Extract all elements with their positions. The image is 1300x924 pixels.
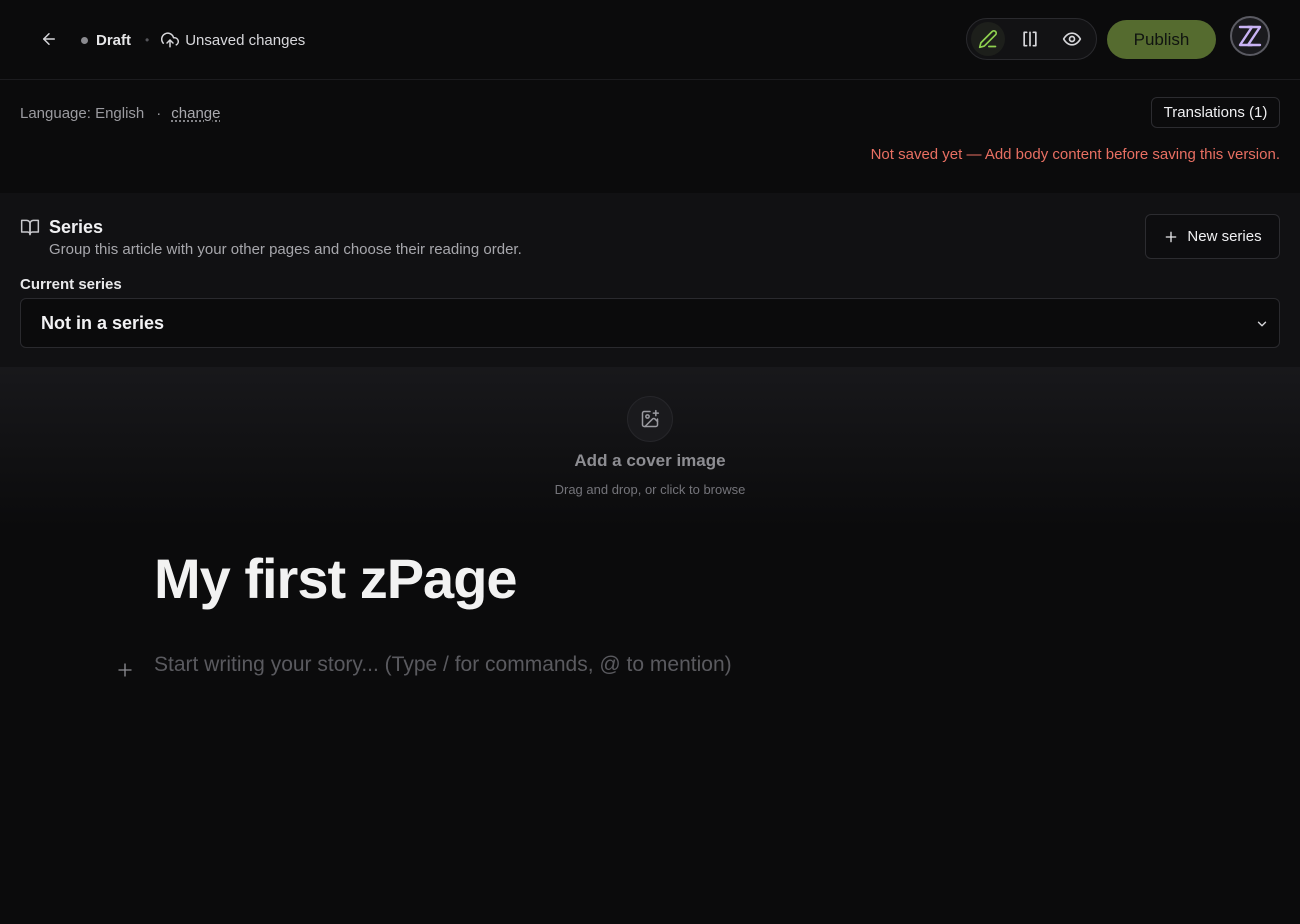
cloud-upload-icon <box>161 31 180 49</box>
current-series-label: Current series <box>20 276 122 293</box>
article-title[interactable]: My first zPage <box>154 546 518 611</box>
back-button[interactable] <box>36 26 62 52</box>
separator: • <box>145 33 150 47</box>
save-warning: Not saved yet — Add body content before … <box>870 146 1280 163</box>
draft-status: Draft <box>96 31 132 49</box>
avatar[interactable] <box>1230 16 1270 56</box>
split-mode-button[interactable] <box>1013 22 1047 56</box>
edit-mode-button[interactable] <box>971 22 1005 56</box>
cover-subtitle: Drag and drop, or click to browse <box>554 482 746 497</box>
top-bar: Draft • Unsaved changes Publish <box>0 0 1300 80</box>
new-series-button[interactable]: New series <box>1145 214 1280 259</box>
zpage-logo-icon <box>1238 25 1262 47</box>
add-block-button[interactable] <box>114 659 136 681</box>
status-group: Draft • Unsaved changes <box>81 30 305 50</box>
preview-mode-button[interactable] <box>1055 22 1089 56</box>
view-mode-toggle <box>966 18 1097 60</box>
language-row: Language: English · change <box>20 104 221 122</box>
cover-image-dropzone[interactable]: Add a cover image Drag and drop, or clic… <box>0 367 1300 527</box>
translations-button[interactable]: Translations (1) <box>1151 97 1280 128</box>
publish-button[interactable]: Publish <box>1107 20 1216 59</box>
cover-title: Add a cover image <box>574 451 726 470</box>
eye-icon <box>1062 32 1082 46</box>
series-title: Series <box>49 217 104 237</box>
book-open-icon <box>20 219 40 236</box>
series-section: Series Group this article with your othe… <box>0 193 1300 367</box>
pencil-icon <box>978 30 997 49</box>
series-select[interactable]: Not in a series <box>20 298 1280 348</box>
plus-icon <box>118 663 132 677</box>
save-state: Unsaved changes <box>185 31 306 49</box>
add-cover-button[interactable] <box>627 396 673 442</box>
split-view-icon <box>1023 31 1037 47</box>
series-select-value: Not in a series <box>41 312 165 333</box>
series-description: Group this article with your other pages… <box>49 241 522 258</box>
language-separator: · <box>156 104 162 122</box>
body-editor-placeholder[interactable]: Start writing your story... (Type / for … <box>154 653 732 677</box>
image-plus-icon <box>641 409 660 428</box>
change-language-link[interactable]: change <box>171 105 220 122</box>
new-series-label: New series <box>1187 228 1262 245</box>
chevron-down-icon <box>1257 321 1267 327</box>
arrow-left-icon <box>43 33 55 45</box>
plus-icon <box>1163 229 1179 245</box>
language-label: Language: English <box>20 104 145 122</box>
status-dot <box>81 36 88 44</box>
